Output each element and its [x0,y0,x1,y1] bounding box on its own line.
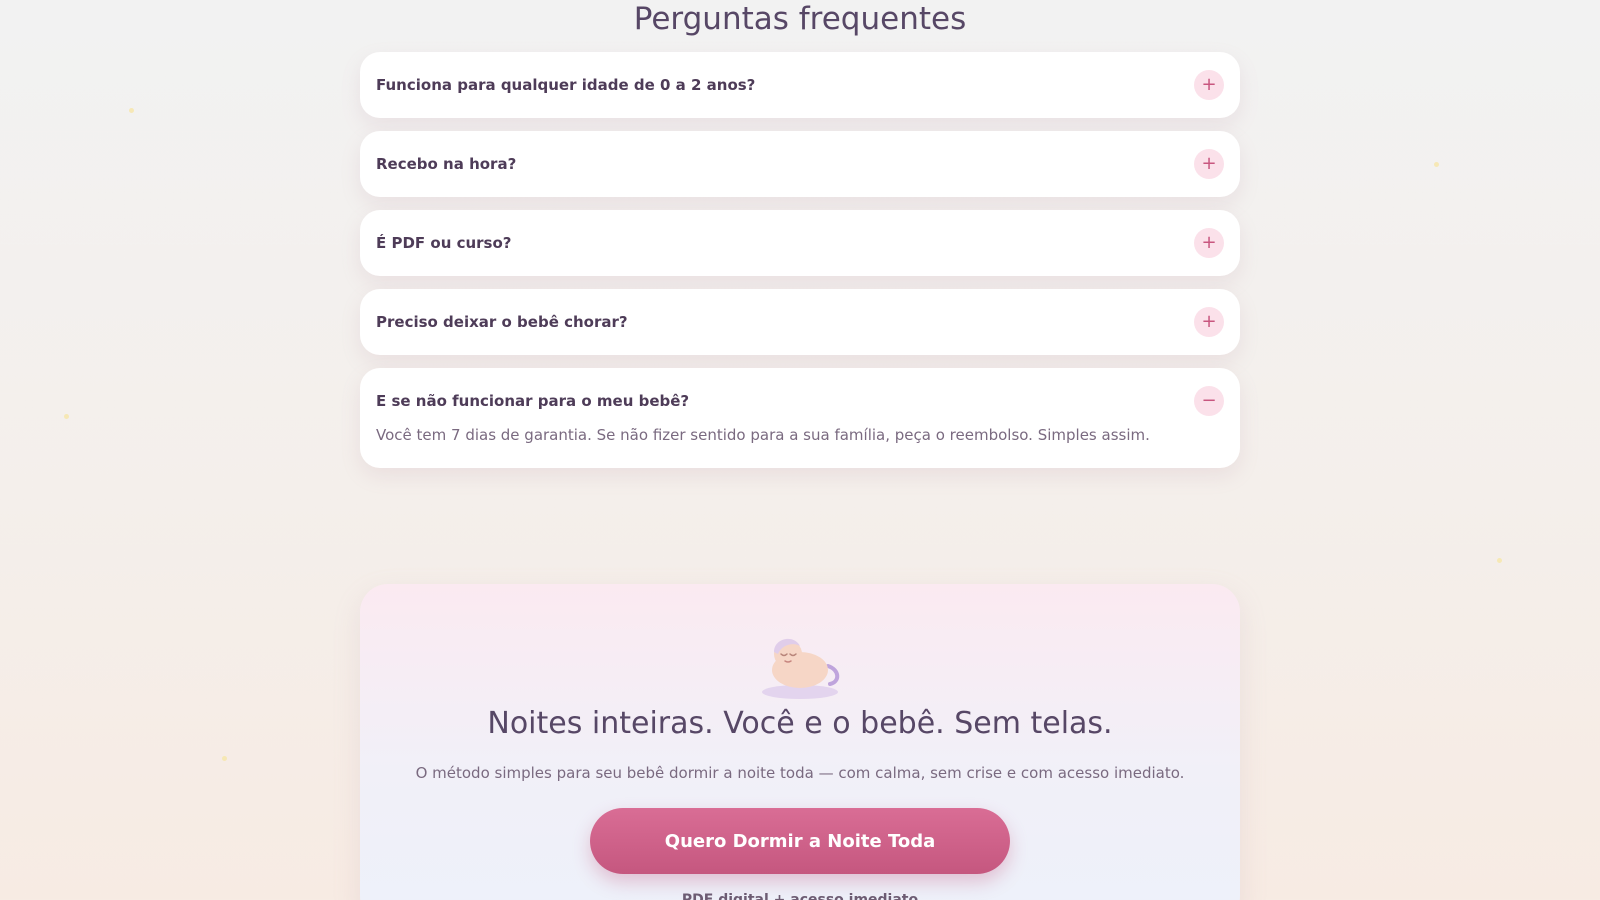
sparkle-decoration [64,414,69,419]
cta-note: PDF digital + acesso imediato [681,892,919,900]
plus-icon[interactable]: + [1194,149,1224,179]
faq-item-expanded[interactable]: E se não funcionar para o meu bebê? − Vo… [360,368,1240,468]
faq-item-header[interactable]: Funciona para qualquer idade de 0 a 2 an… [376,52,1224,118]
cta-card: Noites inteiras. Você e o bebê. Sem tela… [360,584,1240,900]
faq-item[interactable]: Funciona para qualquer idade de 0 a 2 an… [360,52,1240,118]
sparkle-decoration [129,108,134,113]
cta-title: Noites inteiras. Você e o bebê. Sem tela… [487,706,1113,741]
plus-icon[interactable]: + [1194,70,1224,100]
sleeping-baby-icon [762,638,840,699]
faq-question: Recebo na hora? [376,155,517,173]
plus-icon[interactable]: + [1194,307,1224,337]
faq-item-header[interactable]: Recebo na hora? + [376,131,1224,197]
faq-answer: Você tem 7 dias de garantia. Se não fize… [376,426,1150,444]
minus-icon[interactable]: − [1194,386,1224,416]
faq-item[interactable]: É PDF ou curso? + [360,210,1240,276]
faq-question: Preciso deixar o bebê chorar? [376,313,628,331]
faq-list: Funciona para qualquer idade de 0 a 2 an… [360,52,1240,481]
faq-item-header[interactable]: E se não funcionar para o meu bebê? − [376,368,1224,434]
plus-icon[interactable]: + [1194,228,1224,258]
sparkle-decoration [222,756,227,761]
faq-question: E se não funcionar para o meu bebê? [376,392,690,410]
faq-item[interactable]: Recebo na hora? + [360,131,1240,197]
cta-subtitle: O método simples para seu bebê dormir a … [415,764,1185,782]
faq-question: É PDF ou curso? [376,234,512,252]
buy-button[interactable]: Quero Dormir a Noite Toda [590,808,1010,874]
sparkle-decoration [1497,558,1502,563]
faq-section-title: Perguntas frequentes [633,1,967,37]
faq-item[interactable]: Preciso deixar o bebê chorar? + [360,289,1240,355]
faq-question: Funciona para qualquer idade de 0 a 2 an… [376,76,756,94]
faq-item-header[interactable]: É PDF ou curso? + [376,210,1224,276]
faq-item-header[interactable]: Preciso deixar o bebê chorar? + [376,289,1224,355]
sparkle-decoration [1434,162,1439,167]
